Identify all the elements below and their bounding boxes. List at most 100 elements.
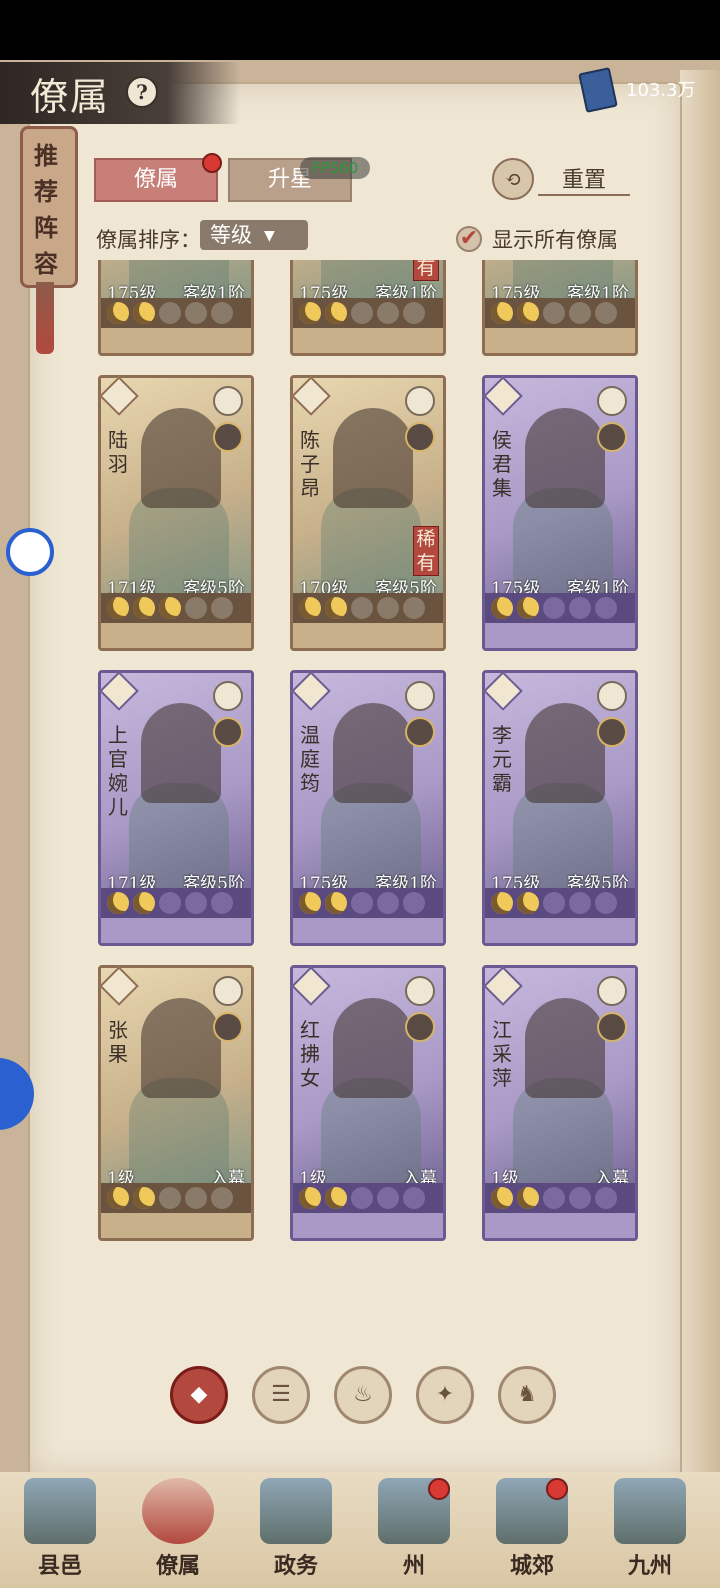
nav-label: 九州	[627, 1553, 672, 1579]
question-icon[interactable]: ?	[126, 76, 158, 108]
moon-filled-icon	[325, 302, 347, 324]
member-name: 张果	[108, 1018, 128, 1066]
moon-empty-icon	[185, 1187, 207, 1209]
all-diamond-icon[interactable]: ◆	[170, 1366, 228, 1424]
moon-rating	[485, 888, 635, 918]
nav-members[interactable]: 僚属	[128, 1478, 228, 1584]
member-name: 李元霸	[492, 723, 512, 795]
card-footer	[485, 328, 635, 353]
fan-icon[interactable]: ✦	[416, 1366, 474, 1424]
book-page-edge	[680, 70, 720, 1490]
member-card[interactable]: 175级 客级1阶	[482, 260, 638, 356]
member-card[interactable]: 红拂女 1级 入幕	[290, 965, 446, 1241]
card-footer	[101, 918, 251, 943]
moon-empty-icon	[377, 302, 399, 324]
tab-members[interactable]: 僚属	[94, 158, 218, 202]
tassel-decoration	[36, 282, 54, 354]
scholar-icon[interactable]: ☰	[252, 1366, 310, 1424]
card-footer	[101, 623, 251, 648]
moon-empty-icon	[211, 892, 233, 914]
moon-empty-icon	[569, 597, 591, 619]
nav-suburb[interactable]: 城郊	[482, 1478, 582, 1584]
portrait-head	[141, 408, 221, 508]
card-footer	[293, 1213, 443, 1238]
status-bar	[0, 0, 720, 60]
moon-filled-icon	[491, 892, 513, 914]
card-footer	[293, 328, 443, 353]
sort-dropdown[interactable]: 等级	[200, 220, 308, 250]
partner-avatar	[405, 717, 435, 747]
partner-avatar	[405, 422, 435, 452]
member-card[interactable]: 张果 1级 入幕	[98, 965, 254, 1241]
nav-affairs[interactable]: 政务	[246, 1478, 346, 1584]
notification-dot	[546, 1478, 568, 1500]
member-name: 温庭筠	[300, 723, 320, 795]
floating-assistant-button[interactable]	[6, 528, 54, 576]
horse-icon[interactable]: ♞	[498, 1366, 556, 1424]
nav-label: 城郊	[509, 1553, 554, 1579]
notification-dot	[428, 1478, 450, 1500]
moon-empty-icon	[403, 597, 425, 619]
moon-empty-icon	[159, 302, 181, 324]
member-card[interactable]: 温庭筠 175级 客级1阶	[290, 670, 446, 946]
moon-filled-icon	[133, 892, 155, 914]
moon-empty-icon	[595, 302, 617, 324]
nav-prefecture[interactable]: 州	[364, 1478, 464, 1584]
partner-avatar	[213, 422, 243, 452]
moon-filled-icon	[107, 1187, 129, 1209]
moon-filled-icon	[491, 597, 513, 619]
filter-bar: ◆ ☰ ♨ ✦ ♞	[100, 1366, 640, 1426]
member-card[interactable]: 上官婉儿 171级 客级5阶	[98, 670, 254, 946]
member-card[interactable]: 江采萍 1级 入幕	[482, 965, 638, 1241]
member-card[interactable]: 陈子昂 稀有 170级 客级5阶	[290, 375, 446, 651]
moon-empty-icon	[159, 1187, 181, 1209]
member-card[interactable]: 李元霸 175级 客级5阶	[482, 670, 638, 946]
card-footer	[485, 623, 635, 648]
member-grid[interactable]: 175级客级1阶稀有175级客级1阶 175级客级1阶陆羽171级客级5阶陈子昂稀…	[92, 260, 642, 1346]
member-card[interactable]: 稀有175级客级1阶	[290, 260, 446, 356]
card-footer	[485, 1213, 635, 1238]
nav-map[interactable]: 九州	[600, 1478, 700, 1584]
partner-avatar	[597, 1012, 627, 1042]
show-all-checkbox[interactable]: ✔	[456, 226, 482, 252]
moon-filled-icon	[491, 1187, 513, 1209]
partner-avatar	[213, 717, 243, 747]
moon-empty-icon	[185, 892, 207, 914]
show-all-label: 显示所有僚属	[492, 228, 618, 252]
member-card[interactable]: 陆羽 171级 客级5阶	[98, 375, 254, 651]
moon-rating	[101, 1183, 251, 1213]
portrait-head	[333, 408, 413, 508]
member-name: 陆羽	[108, 428, 128, 476]
reset-icon[interactable]: ⟲	[492, 158, 534, 200]
moon-filled-icon	[133, 597, 155, 619]
currency-value: 103.3万	[626, 80, 696, 101]
moon-filled-icon	[299, 1187, 321, 1209]
moon-empty-icon	[569, 302, 591, 324]
moon-rating	[293, 888, 443, 918]
moon-empty-icon	[351, 597, 373, 619]
nav-county[interactable]: 县邑	[10, 1478, 110, 1584]
member-name: 陈子昂	[300, 428, 320, 500]
moon-filled-icon	[133, 302, 155, 324]
moon-filled-icon	[107, 302, 129, 324]
moon-empty-icon	[351, 1187, 373, 1209]
moon-rating	[101, 888, 251, 918]
moon-empty-icon	[377, 597, 399, 619]
moon-empty-icon	[351, 892, 373, 914]
portrait-head	[525, 408, 605, 508]
reset-button[interactable]: 重置	[538, 162, 630, 196]
gourd-icon[interactable]: ♨	[334, 1366, 392, 1424]
moon-filled-icon	[491, 302, 513, 324]
member-name: 侯君集	[492, 428, 512, 500]
card-footer	[293, 918, 443, 943]
map-icon	[614, 1478, 686, 1544]
portrait-head	[333, 703, 413, 803]
class-emblem-icon	[597, 681, 627, 711]
member-card[interactable]: 侯君集 175级 客级1阶	[482, 375, 638, 651]
class-emblem-icon	[405, 976, 435, 1006]
portrait-head	[525, 998, 605, 1098]
member-card[interactable]: 175级 客级1阶	[98, 260, 254, 356]
portrait-head	[333, 998, 413, 1098]
moon-filled-icon	[325, 1187, 347, 1209]
moon-rating	[293, 593, 443, 623]
